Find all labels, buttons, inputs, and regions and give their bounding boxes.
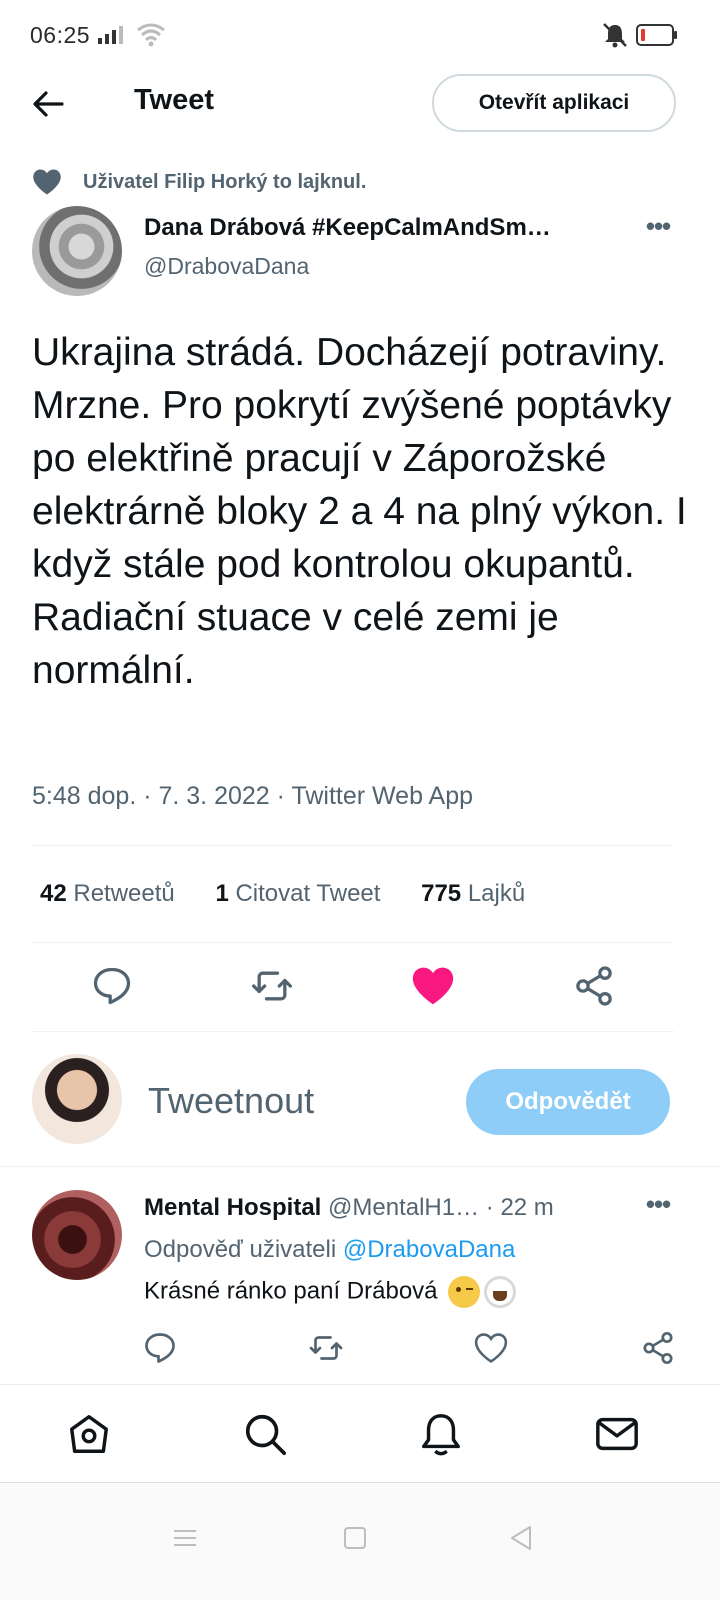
author-handle[interactable]: @DrabovaDana <box>144 253 309 280</box>
more-options-icon[interactable]: ••• <box>638 213 678 246</box>
heart-icon <box>33 169 61 195</box>
reply-button[interactable]: Odpovědět <box>466 1069 670 1135</box>
social-context-text: Uživatel Filip Horký to lajknul. <box>83 171 367 193</box>
mute-vibrate-icon <box>603 23 627 48</box>
arrow-left-icon[interactable] <box>28 84 68 124</box>
tweet-text: Ukrajina strádá. Docházejí potraviny. Mr… <box>32 331 687 692</box>
retweets-stat[interactable]: 42 Retweetů <box>40 880 175 908</box>
wifi-icon <box>137 23 165 47</box>
replying-to: Odpověď uživateli @DrabovaDana <box>144 1236 516 1263</box>
tweet-meta: 5:48 dop. · 7. 3. 2022 · Twitter Web App <box>32 782 474 810</box>
likes-stat[interactable]: 775 Lajků <box>421 880 525 908</box>
bottom-nav <box>0 1385 720 1481</box>
retweet-icon[interactable] <box>308 1330 344 1366</box>
reply-icon[interactable] <box>90 964 134 1008</box>
home-square-icon[interactable] <box>340 1523 370 1553</box>
battery-low-icon <box>636 24 677 46</box>
status-bar: 06:25 <box>0 0 720 70</box>
hot-beverage-emoji <box>484 1276 517 1308</box>
messages-icon[interactable] <box>594 1411 640 1457</box>
reply-header: Mental Hospital @MentalH1… · 22 m <box>144 1194 614 1222</box>
system-nav-bar <box>0 1482 720 1600</box>
tweet-stats: 42 Retweetů 1 Citovat Tweet 775 Lajků <box>40 880 559 908</box>
notifications-icon[interactable] <box>418 1411 464 1457</box>
winking-face-emoji <box>448 1276 481 1308</box>
search-icon[interactable] <box>242 1411 288 1457</box>
reply-author-handle[interactable]: @MentalH1… <box>328 1194 479 1221</box>
compose-input[interactable]: Tweetnout <box>148 1080 314 1122</box>
header: Tweet Otevřít aplikaci <box>0 70 720 140</box>
page-title: Tweet <box>134 84 215 116</box>
reply-author-name[interactable]: Mental Hospital <box>144 1194 321 1221</box>
mention-link[interactable]: @DrabovaDana <box>343 1236 515 1263</box>
back-triangle-icon[interactable] <box>506 1523 536 1553</box>
more-options-icon[interactable]: ••• <box>638 1191 678 1224</box>
retweet-icon[interactable] <box>250 964 294 1008</box>
author-avatar[interactable] <box>32 206 122 296</box>
share-icon[interactable] <box>572 964 616 1008</box>
reply-text: Krásné ránko paní Drábová <box>144 1276 517 1308</box>
like-filled-icon[interactable] <box>411 964 455 1008</box>
home-icon[interactable] <box>66 1411 112 1457</box>
menu-icon[interactable] <box>170 1523 200 1553</box>
open-app-button[interactable]: Otevřít aplikaci <box>432 74 676 132</box>
share-icon[interactable] <box>640 1330 676 1366</box>
author-name[interactable]: Dana Drábová #KeepCalmAndSm… <box>144 214 551 242</box>
reply-time: · 22 m <box>479 1194 554 1221</box>
divider <box>32 942 674 943</box>
quote-tweets-stat[interactable]: 1 Citovat Tweet <box>215 880 380 908</box>
like-icon[interactable] <box>474 1332 508 1364</box>
reply-author-avatar[interactable] <box>32 1190 122 1280</box>
reply-icon[interactable] <box>142 1330 178 1366</box>
user-avatar[interactable] <box>32 1054 122 1144</box>
divider <box>32 845 674 846</box>
divider <box>32 1031 674 1032</box>
signal-icon <box>98 26 123 44</box>
divider <box>0 1166 720 1167</box>
status-time: 06:25 <box>30 22 91 48</box>
